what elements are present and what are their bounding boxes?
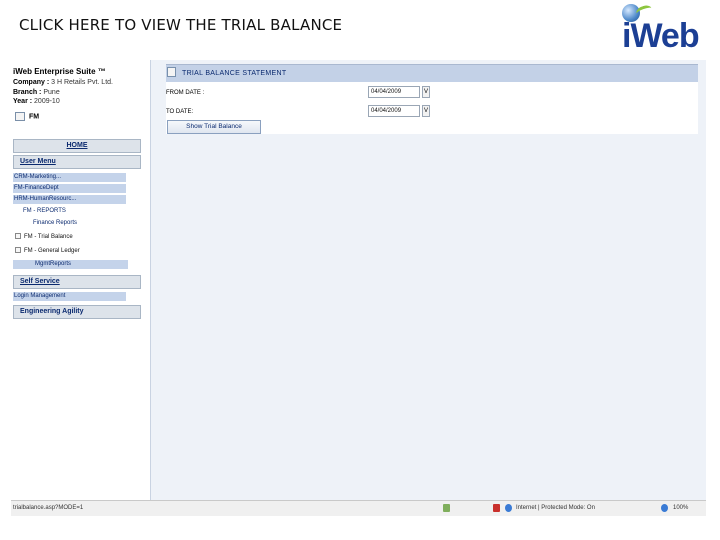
fm-reports-item[interactable]: FM - REPORTS [13, 207, 126, 216]
gutter [151, 60, 160, 500]
security-zone: Internet | Protected Mode: On [516, 505, 595, 511]
login-management-link[interactable]: Login Management [13, 292, 126, 301]
general-ledger-item[interactable]: FM - General Ledger [15, 247, 80, 256]
branch-label: Branch : [13, 89, 42, 96]
zoom-icon [661, 504, 668, 512]
engineering-agility-header[interactable]: Engineering Agility [13, 305, 141, 319]
trial-balance-item[interactable]: FM - Trial Balance [15, 233, 73, 242]
to-date-label: TO DATE: [166, 109, 194, 115]
document-icon [167, 67, 176, 77]
year-line: Year : 2009-10 [13, 98, 60, 105]
finance-reports-item[interactable]: Finance Reports [13, 219, 126, 228]
user-menu-header[interactable]: User Menu [13, 155, 141, 169]
to-date-calendar-button[interactable]: V [422, 105, 430, 117]
to-date-input[interactable]: 04/04/2009 [368, 105, 420, 117]
globe-icon [505, 504, 512, 512]
zoom-level[interactable]: 100% [673, 505, 688, 511]
sidebar-link-fm[interactable]: FM-FinanceDept [13, 184, 126, 193]
report-icon [15, 247, 21, 254]
status-url: trialbalance.asp?MODE=1 [13, 505, 84, 511]
company-line: Company : 3 H Retails Pvt. Ltd. [13, 79, 113, 86]
from-date-input[interactable]: 04/04/2009 [368, 86, 420, 98]
branch-line: Branch : Pune [13, 89, 60, 96]
year-label: Year : [13, 98, 33, 105]
browser-screenshot: iWeb Enterprise Suite ™ Company : 3 H Re… [11, 60, 706, 516]
trial-balance-header: TRIAL BALANCE STATEMENT [166, 64, 698, 82]
sidebar: iWeb Enterprise Suite ™ Company : 3 H Re… [11, 60, 151, 500]
done-icon [443, 504, 450, 512]
company-value: 3 H Retails Pvt. Ltd. [51, 79, 113, 86]
trial-balance-title: TRIAL BALANCE STATEMENT [182, 70, 287, 77]
mgmt-reports-item[interactable]: MgmtReports [13, 260, 128, 269]
iweb-logo: iWeb [618, 2, 718, 60]
logo-wordmark: iWeb [622, 17, 700, 55]
report-icon [15, 233, 21, 240]
main-panel: TRIAL BALANCE STATEMENT FROM DATE : 04/0… [160, 60, 706, 500]
module-fm[interactable]: FM [15, 112, 39, 121]
sidebar-link-crm[interactable]: CRM-Marketing... [13, 173, 126, 182]
from-date-label: FROM DATE : [166, 90, 205, 96]
module-label: FM [29, 113, 40, 121]
browser-status-bar: trialbalance.asp?MODE=1 Internet | Prote… [11, 500, 706, 516]
show-trial-balance-button[interactable]: Show Trial Balance [167, 120, 261, 134]
self-service-header[interactable]: Self Service [13, 275, 141, 289]
app-name: iWeb Enterprise Suite ™ [13, 67, 106, 76]
company-label: Company : [13, 79, 50, 86]
branch-value: Pune [43, 89, 60, 96]
security-icon [493, 504, 500, 512]
document-icon [15, 112, 25, 121]
sidebar-link-hrm[interactable]: HRM-HumanResourc... [13, 195, 126, 204]
general-ledger-label: FM - General Ledger [24, 248, 80, 254]
trial-balance-label: FM - Trial Balance [24, 234, 73, 240]
year-value: 2009-10 [34, 98, 60, 105]
slide-title[interactable]: CLICK HERE TO VIEW THE TRIAL BALANCE [19, 16, 342, 34]
home-button[interactable]: HOME [13, 139, 141, 153]
from-date-calendar-button[interactable]: V [422, 86, 430, 98]
